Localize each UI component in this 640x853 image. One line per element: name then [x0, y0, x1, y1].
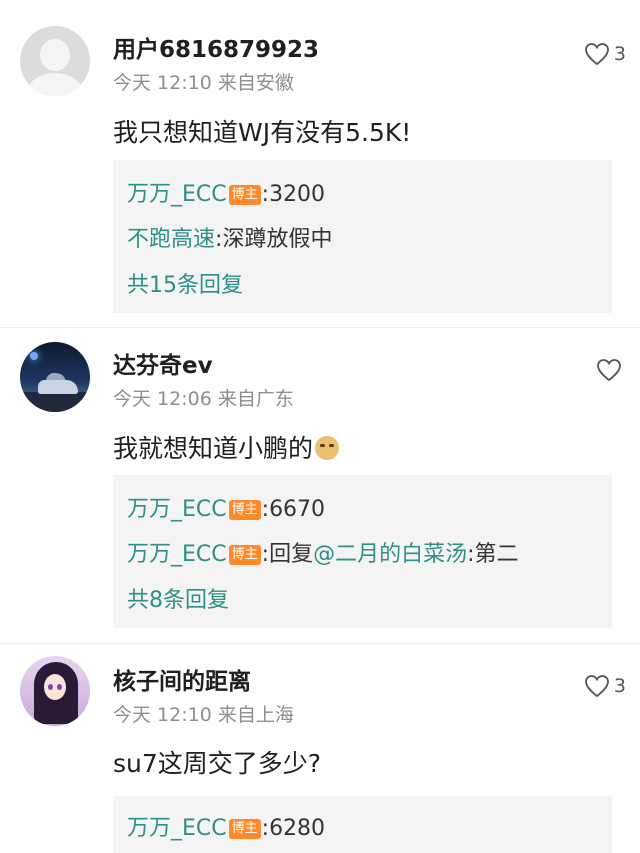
reply-author[interactable]: 万万_ECC	[127, 816, 227, 841]
comment-item: 用户6816879923 今天 12:10 来自安徽 3 我只想知道WJ有没有5…	[0, 0, 640, 328]
comment-location: 来自安徽	[217, 72, 294, 94]
mention-link[interactable]: @二月的白菜汤	[313, 542, 467, 567]
doge-emoji-icon	[315, 436, 340, 460]
author-badge: 博主	[228, 545, 261, 565]
avatar[interactable]	[20, 656, 90, 726]
comment-text: 我就想知道小鹏的	[113, 429, 340, 465]
reply-separator: :	[261, 542, 270, 567]
author-badge: 博主	[228, 500, 261, 520]
reply-item[interactable]: 万万_ECC 博主:3200	[127, 176, 325, 208]
comment-meta: 今天 12:10 来自上海	[113, 700, 294, 727]
reply-author[interactable]: 万万_ECC	[127, 182, 227, 207]
like-button[interactable]: 3	[584, 674, 626, 698]
reply-content: 深蹲放假中	[222, 227, 333, 252]
view-more-replies[interactable]: 共15条回复	[127, 267, 243, 299]
comment-text: su7这周交了多少?	[113, 749, 322, 778]
heart-icon	[597, 359, 621, 382]
reply-author[interactable]: 万万_ECC	[127, 542, 227, 567]
comment-text-body: 我就想知道小鹏的	[113, 434, 314, 463]
comment-location: 来自上海	[217, 704, 294, 726]
comment-time: 今天 12:06	[113, 388, 212, 410]
reply-separator: :	[261, 182, 270, 207]
reply-box[interactable]: 万万_ECC 博主:6280	[113, 796, 612, 853]
username[interactable]: 核子间的距离	[113, 662, 251, 696]
heart-icon	[585, 675, 609, 698]
reply-box[interactable]: 万万_ECC 博主:3200 不跑高速:深蹲放假中 共15条回复	[113, 160, 612, 313]
avatar[interactable]	[20, 342, 90, 412]
comment-meta: 今天 12:06 来自广东	[113, 384, 294, 411]
heart-icon	[585, 43, 609, 66]
reply-separator: :	[261, 816, 270, 841]
reply-item[interactable]: 万万_ECC 博主:6670	[127, 491, 325, 523]
comment-time: 今天 12:10	[113, 72, 212, 94]
like-button[interactable]: 3	[584, 42, 626, 66]
reply-box[interactable]: 万万_ECC 博主:6670 万万_ECC 博主:回复@二月的白菜汤:第二 共8条回…	[113, 475, 612, 628]
comment-text: 我只想知道WJ有没有5.5K!	[113, 118, 412, 147]
reply-author[interactable]: 万万_ECC	[127, 497, 227, 522]
like-count: 3	[613, 675, 626, 697]
comment-location: 来自广东	[217, 388, 294, 410]
username[interactable]: 达芬奇ev	[113, 346, 213, 380]
avatar[interactable]	[20, 26, 90, 96]
reply-item[interactable]: 不跑高速:深蹲放假中	[127, 221, 332, 253]
view-more-replies[interactable]: 共8条回复	[127, 582, 229, 614]
comment-item: 达芬奇ev 今天 12:06 来自广东 我就想知道小鹏的 万万_ECC 博主:66…	[0, 328, 640, 644]
reply-author[interactable]: 不跑高速	[127, 227, 215, 252]
reply-prefix: 回复	[269, 542, 314, 567]
reply-content: 6670	[269, 497, 326, 522]
comment-time: 今天 12:10	[113, 704, 212, 726]
reply-separator: :	[261, 497, 270, 522]
reply-content: :第二	[467, 542, 519, 567]
author-badge: 博主	[228, 185, 261, 205]
reply-item[interactable]: 万万_ECC 博主:回复@二月的白菜汤:第二	[127, 536, 519, 568]
reply-item[interactable]: 万万_ECC 博主:6280	[127, 810, 325, 842]
like-button[interactable]	[596, 358, 626, 382]
author-badge: 博主	[228, 819, 261, 839]
reply-content: 3200	[269, 182, 326, 207]
comment-item: 核子间的距离 今天 12:10 来自上海 3 su7这周交了多少? 万万_ECC…	[0, 644, 640, 853]
username[interactable]: 用户6816879923	[113, 30, 319, 64]
like-count: 3	[613, 43, 626, 65]
comment-meta: 今天 12:10 来自安徽	[113, 68, 294, 95]
reply-content: 6280	[269, 816, 326, 841]
